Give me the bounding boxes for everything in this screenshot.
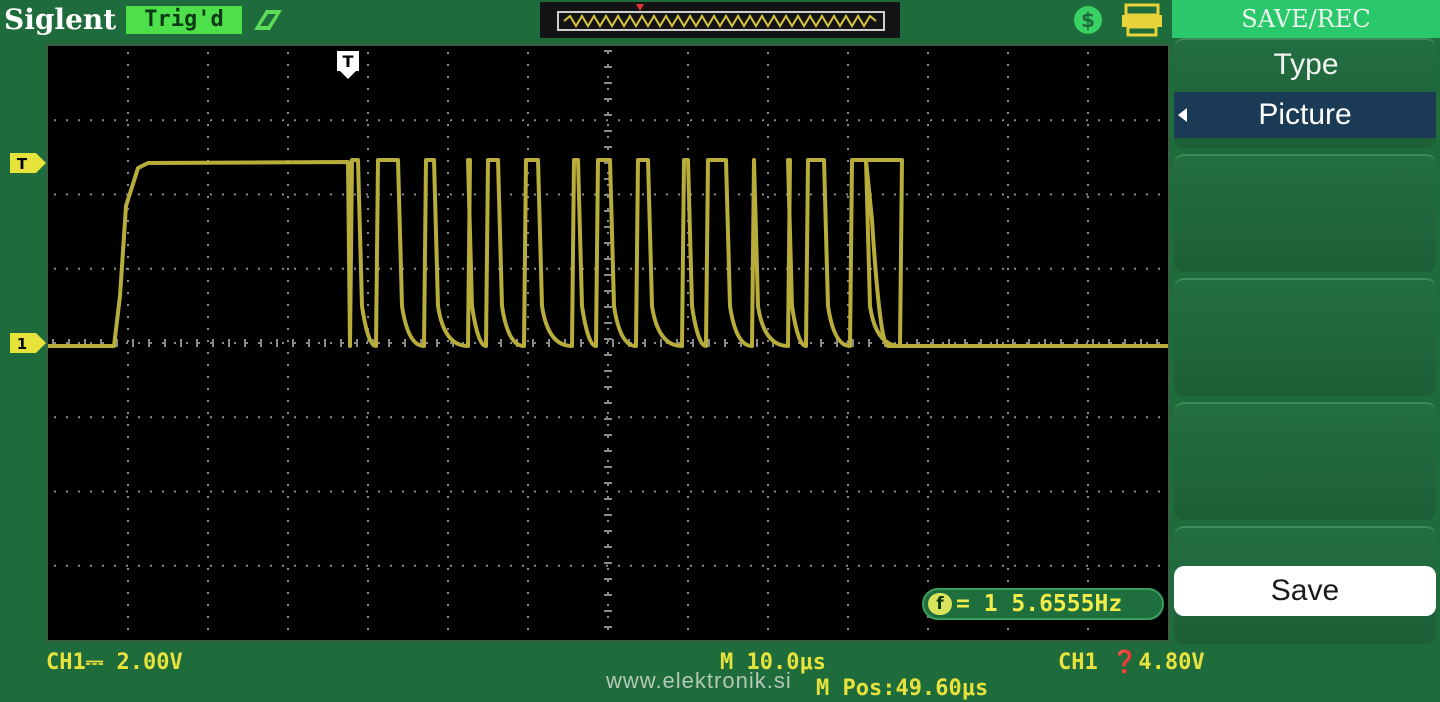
save-rec-menu: SAVE/REC Type Picture Save (1172, 0, 1440, 702)
run-icon (254, 10, 282, 30)
menu-slot-empty-2[interactable] (1174, 154, 1436, 272)
printer-icon (1122, 3, 1162, 37)
trigger-position-label: T (343, 52, 354, 71)
trigger-level-readout: CH1 ❓4.80V (1058, 650, 1205, 675)
usb-icon: $ (1074, 6, 1102, 34)
brand-logo: Siglent (4, 3, 117, 36)
channel1-ground-marker[interactable]: 1 (10, 330, 46, 356)
trigger-level-label: T (17, 155, 28, 173)
selection-arrow-icon (1178, 108, 1187, 122)
svg-text:$: $ (1081, 8, 1095, 32)
frequency-icon: f (928, 593, 952, 615)
frequency-value: = 1 5.6555Hz (956, 591, 1123, 617)
trigger-level-marker[interactable]: T (10, 150, 46, 176)
waveform-display[interactable] (46, 44, 1170, 642)
memory-position-bar[interactable] (540, 2, 900, 38)
trigger-status-badge: Trig'd (126, 6, 242, 34)
waveform-grid (48, 50, 1168, 630)
channel1-label: 1 (17, 335, 27, 353)
trigger-position-marker[interactable]: T (336, 50, 360, 80)
menu-item-type-value[interactable]: Picture (1174, 92, 1436, 138)
horizontal-position-readout: M Pos:49.60μs (816, 676, 989, 701)
menu-slot-empty-4[interactable] (1174, 402, 1436, 520)
ch1-scale-readout: CH1⎓ 2.00V (46, 650, 183, 675)
type-value-text: Picture (1258, 98, 1352, 131)
save-button[interactable]: Save (1174, 566, 1436, 616)
menu-title: SAVE/REC (1172, 0, 1440, 38)
frequency-readout: f = 1 5.6555Hz (922, 588, 1164, 620)
watermark-text: www.elektronik.si (606, 668, 792, 693)
memory-waveform-icon (557, 4, 885, 31)
menu-slot-empty-3[interactable] (1174, 278, 1436, 396)
menu-item-type-label: Type (1273, 48, 1339, 81)
